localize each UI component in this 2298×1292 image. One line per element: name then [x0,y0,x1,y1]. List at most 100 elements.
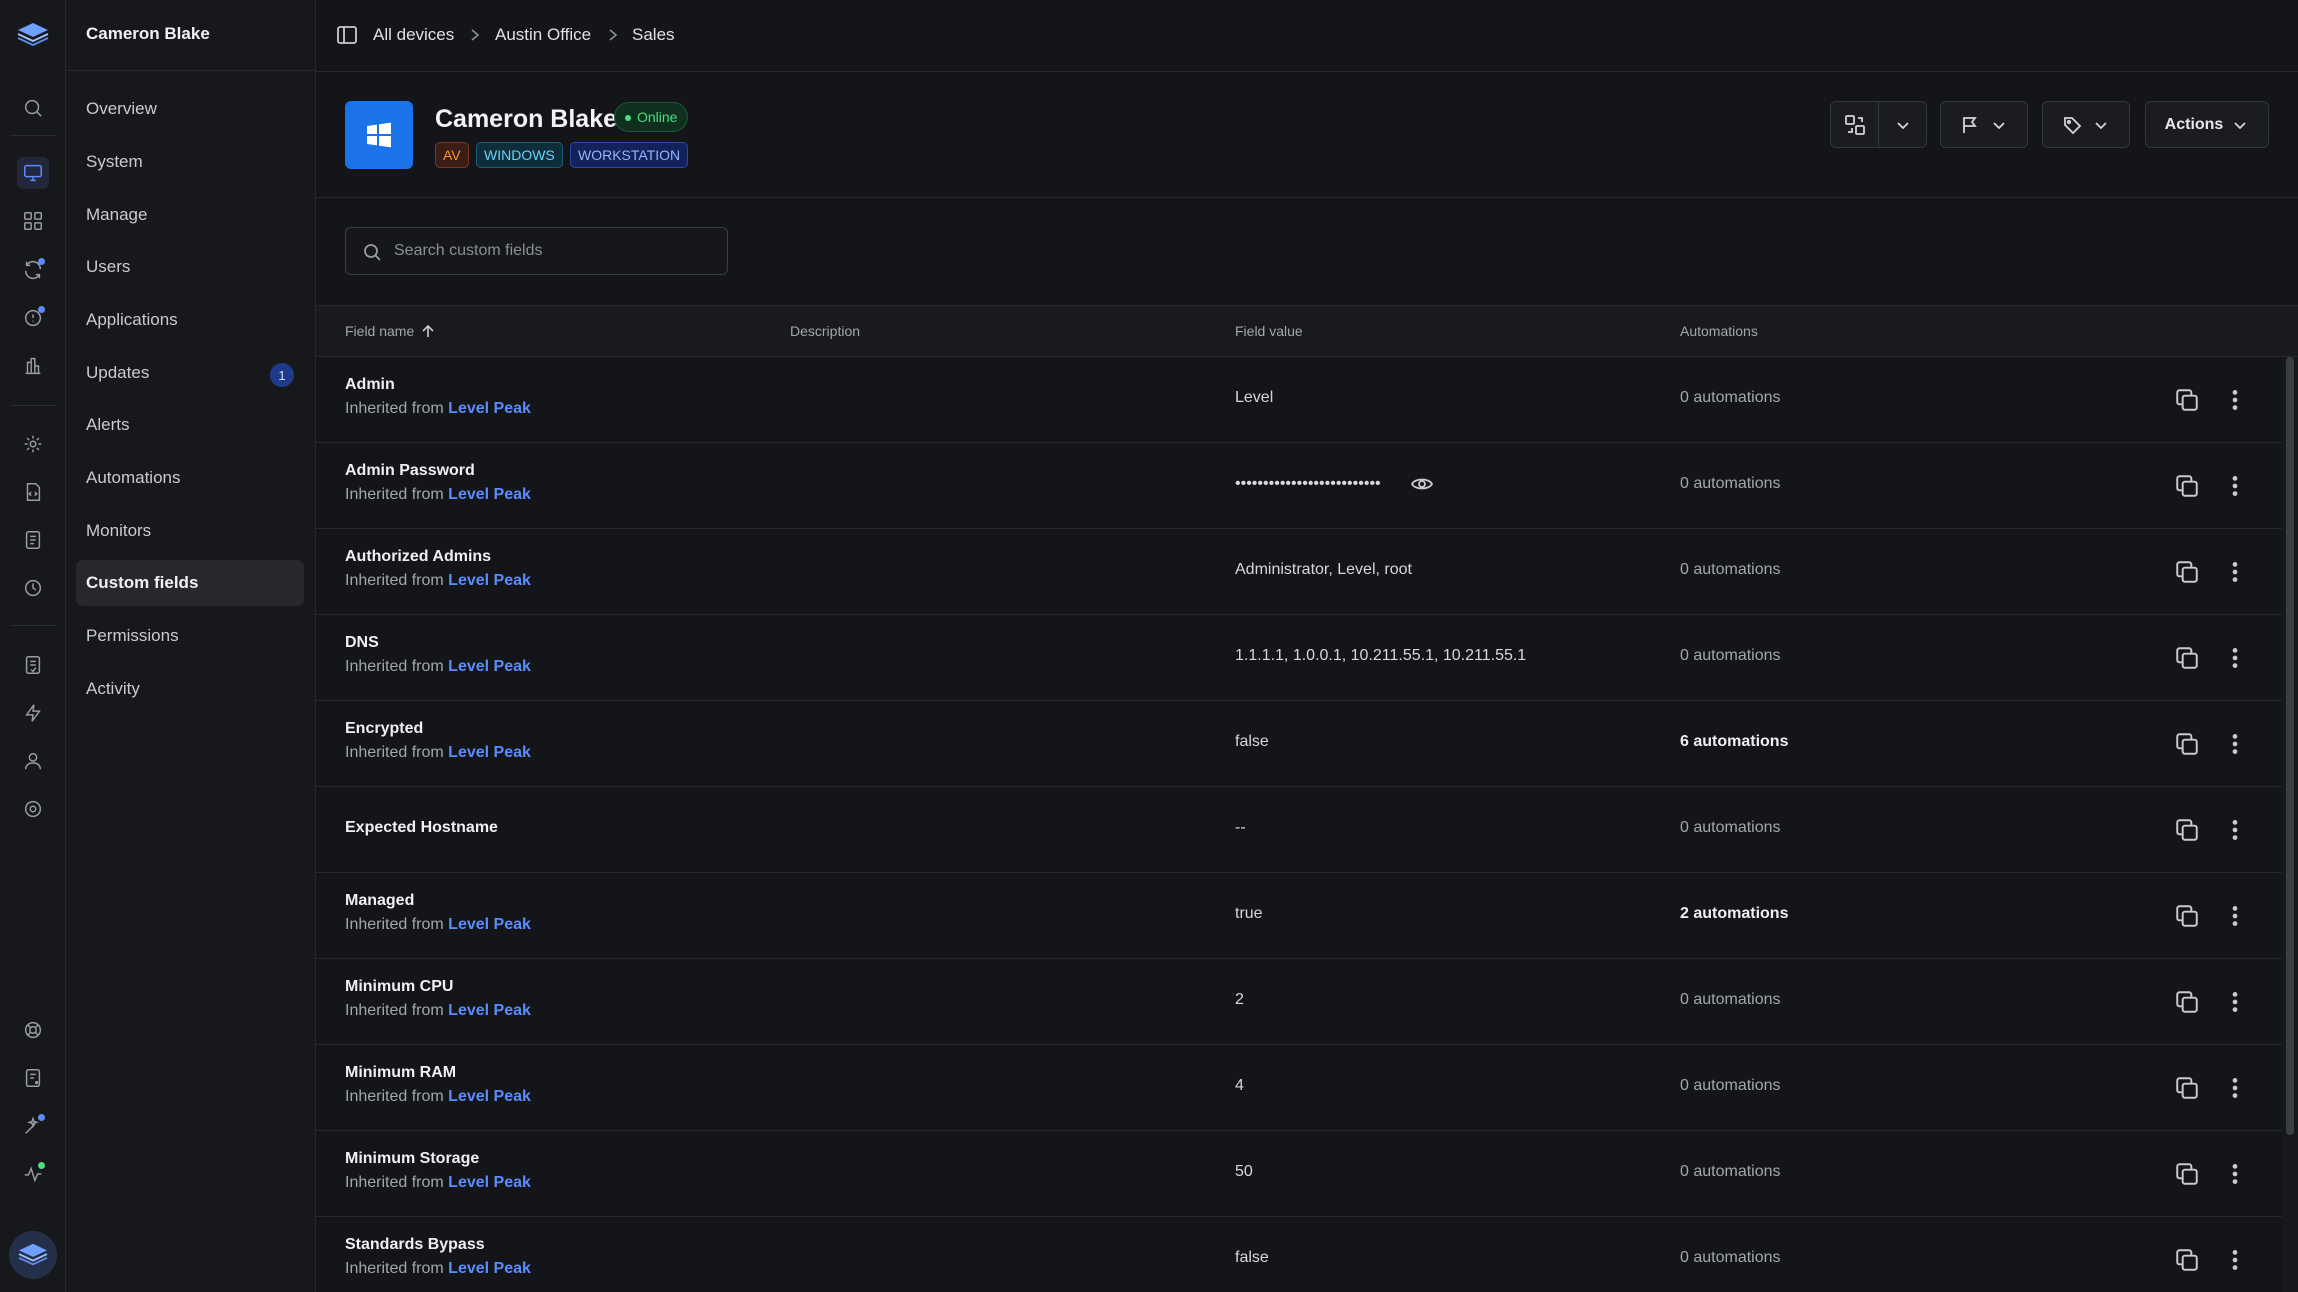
tag-workstation[interactable]: WORKSTATION [570,142,689,168]
inherited-prefix: Inherited from [345,1174,444,1191]
search-input[interactable] [394,228,714,274]
copy-icon[interactable] [2174,989,2200,1015]
actions-button[interactable]: Actions [2145,101,2269,148]
column-field-name[interactable]: Field name [345,323,414,339]
copy-icon[interactable] [2174,731,2200,757]
inherited-source-link[interactable]: Level Peak [448,486,531,503]
more-options-icon[interactable] [2222,817,2248,843]
activity-pulse-icon[interactable] [17,1158,49,1190]
automations-count[interactable]: 2 automations [1680,905,1788,923]
inherited-source-link[interactable]: Level Peak [448,1174,531,1191]
table-row[interactable]: DNS Inherited from Level Peak 1.1.1.1, 1.0… [316,615,2282,701]
tag-button[interactable] [2042,101,2130,148]
remote-control-dropdown[interactable] [1879,101,1927,148]
tag-windows[interactable]: WINDOWS [476,142,563,168]
nav-item-monitors[interactable]: Monitors [76,508,304,554]
breadcrumb-austin-office[interactable]: Austin Office [495,25,591,45]
more-options-icon[interactable] [2222,387,2248,413]
devices-icon[interactable] [17,157,49,189]
document-icon[interactable] [17,524,49,556]
table-row[interactable]: Managed Inherited from Level Peak true 2 au… [316,873,2282,959]
lightning-icon[interactable] [17,697,49,729]
table-row[interactable]: Standards Bypass Inherited from Level Pea… [316,1217,2282,1292]
script-icon[interactable] [17,476,49,508]
table-row[interactable]: Admin Inherited from Level Peak Level 0 aut… [316,357,2282,443]
nav-item-overview[interactable]: Overview [76,86,304,132]
settings-gear-icon[interactable] [17,428,49,460]
help-lifebuoy-icon[interactable] [17,1014,49,1046]
table-row[interactable]: Minimum RAM Inherited from Level Peak 4 0 a… [316,1045,2282,1131]
nav-item-automations[interactable]: Automations [76,455,304,501]
user-icon[interactable] [17,745,49,777]
sidebar-toggle-icon[interactable] [336,24,358,46]
apps-grid-icon[interactable] [17,205,49,237]
automations-count: 0 automations [1680,991,1781,1008]
inherited-source-link[interactable]: Level Peak [448,1260,531,1277]
table-row[interactable]: Expected Hostname -- 0 automations [316,787,2282,873]
inherited-source-link[interactable]: Level Peak [448,572,531,589]
table-row[interactable]: Minimum CPU Inherited from Level Peak 2 0 a… [316,959,2282,1045]
inherited-source-link[interactable]: Level Peak [448,1002,531,1019]
cog-icon[interactable] [17,793,49,825]
automations-count: 0 automations [1680,647,1781,664]
copy-icon[interactable] [2174,387,2200,413]
table-scrollbar[interactable] [2282,357,2298,1292]
more-options-icon[interactable] [2222,473,2248,499]
nav-item-users[interactable]: Users [76,244,304,290]
table-row[interactable]: Minimum Storage Inherited from Level Peak… [316,1131,2282,1217]
nav-item-manage[interactable]: Manage [76,192,304,238]
copy-icon[interactable] [2174,559,2200,585]
feedback-icon[interactable] [17,1062,49,1094]
eye-icon[interactable] [1410,472,1434,496]
search-icon[interactable] [17,92,49,124]
tag-av[interactable]: AV [435,142,469,168]
nav-item-updates[interactable]: Updates 1 [76,350,304,396]
search-custom-fields[interactable] [345,227,728,275]
checklist-icon[interactable] [17,649,49,681]
more-options-icon[interactable] [2222,731,2248,757]
breadcrumb-sales[interactable]: Sales [632,25,675,45]
inherited-source-link[interactable]: Level Peak [448,916,531,933]
workspace-logo-icon[interactable] [9,1231,57,1279]
sparkle-icon[interactable] [17,1110,49,1142]
breadcrumb-all-devices[interactable]: All devices [373,25,454,45]
copy-icon[interactable] [2174,473,2200,499]
more-options-icon[interactable] [2222,645,2248,671]
app-logo-icon[interactable] [15,20,51,50]
alert-clock-icon[interactable] [17,302,49,334]
inherited-source-link[interactable]: Level Peak [448,400,531,417]
table-row[interactable]: Authorized Admins Inherited from Level Pe… [316,529,2282,615]
copy-icon[interactable] [2174,645,2200,671]
automations-count[interactable]: 6 automations [1680,733,1788,751]
copy-icon[interactable] [2174,817,2200,843]
more-options-icon[interactable] [2222,1075,2248,1101]
remote-control-button[interactable] [1830,101,1879,148]
nav-divider [66,70,316,71]
table-row[interactable]: Admin Password Inherited from Level Peak •… [316,443,2282,529]
nav-item-activity[interactable]: Activity [76,666,304,712]
nav-item-system[interactable]: System [76,139,304,185]
inherited-source-link[interactable]: Level Peak [448,1088,531,1105]
more-options-icon[interactable] [2222,989,2248,1015]
nav-item-custom-fields[interactable]: Custom fields [76,560,304,606]
nav-item-alerts[interactable]: Alerts [76,402,304,448]
nav-item-permissions[interactable]: Permissions [76,613,304,659]
copy-icon[interactable] [2174,903,2200,929]
reports-chart-icon[interactable] [17,350,49,382]
nav-item-applications[interactable]: Applications [76,297,304,343]
sync-icon[interactable] [17,254,49,286]
more-options-icon[interactable] [2222,1161,2248,1187]
scrollbar-thumb[interactable] [2286,357,2294,1135]
table-row[interactable]: Encrypted Inherited from Level Peak false 6… [316,701,2282,787]
copy-icon[interactable] [2174,1075,2200,1101]
inherited-source-link[interactable]: Level Peak [448,744,531,761]
inherited-source-link[interactable]: Level Peak [448,658,531,675]
flag-button[interactable] [1940,101,2028,148]
more-options-icon[interactable] [2222,903,2248,929]
more-options-icon[interactable] [2222,559,2248,585]
sort-ascending-icon[interactable] [420,323,436,339]
more-options-icon[interactable] [2222,1247,2248,1273]
copy-icon[interactable] [2174,1247,2200,1273]
history-icon[interactable] [17,572,49,604]
copy-icon[interactable] [2174,1161,2200,1187]
